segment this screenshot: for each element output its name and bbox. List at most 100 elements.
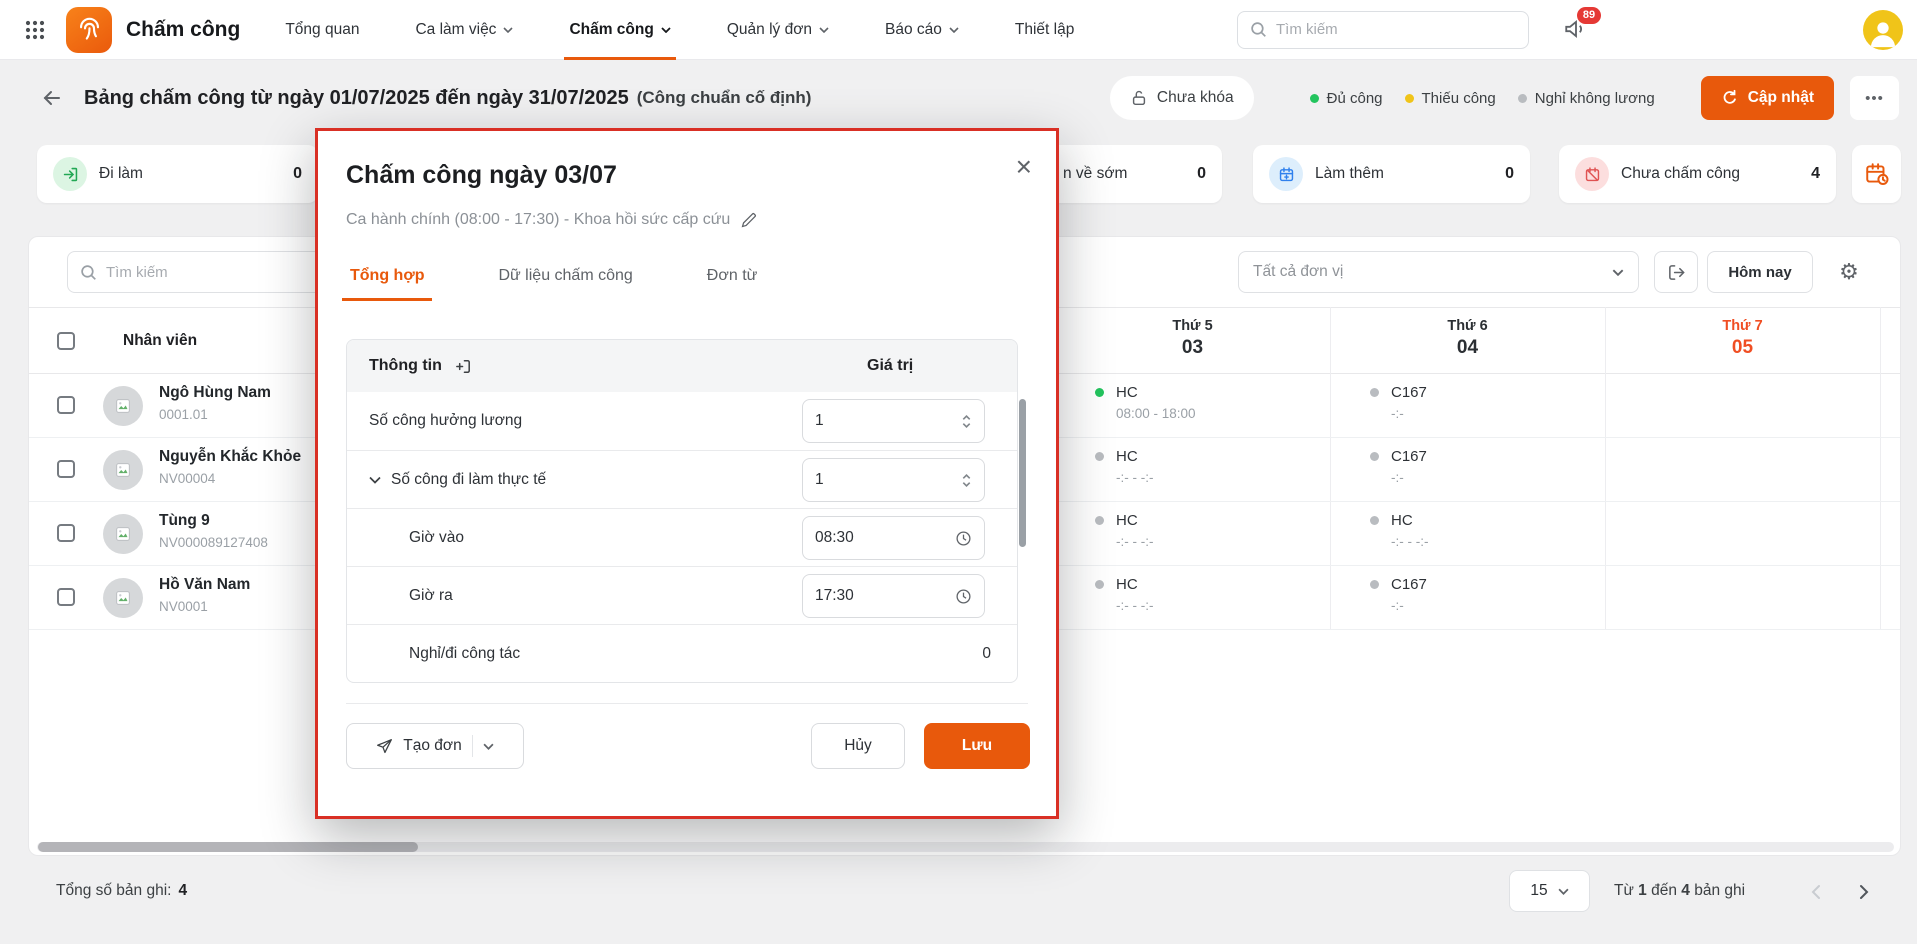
clock-icon[interactable] [955,588,972,605]
modal-tabs: Tổng hợp Dữ liệu chấm công Đơn từ [342,267,823,301]
prev-page-button[interactable] [1798,874,1834,910]
global-search-input[interactable] [1276,21,1516,38]
modal-scrollbar-thumb[interactable] [1019,399,1026,547]
create-order-button[interactable]: Tạo đơn [346,723,524,769]
unit-filter-select[interactable]: Tất cả đơn vị [1238,251,1639,293]
shift-cell[interactable]: HC -:- - -:- [1095,576,1345,613]
tab-tong-hop[interactable]: Tổng hợp [342,267,433,301]
legend-du-cong: Đủ công [1309,90,1383,107]
edit-pencil-icon[interactable] [740,212,757,229]
next-page-button[interactable] [1846,874,1882,910]
tab-du-lieu-cham-cong[interactable]: Dữ liệu chấm công [490,267,640,301]
settings-gear-icon[interactable]: ⚙ [1826,251,1872,293]
notifications-button[interactable]: 89 [1563,6,1601,44]
broken-image-icon [116,591,130,605]
status-legend: Đủ công Thiếu công Nghỉ không lương [1309,90,1655,107]
info-column-header: Thông tin [369,357,442,374]
nav-ca-lam-viec[interactable]: Ca làm việc [410,0,518,60]
page-header: Bảng chấm công từ ngày 01/07/2025 đến ng… [0,60,1917,136]
today-button[interactable]: Hôm nay [1707,251,1813,293]
search-icon [81,264,96,280]
chevron-down-icon [1612,269,1624,276]
stat-card-di-lam[interactable]: Đi làm 0 [37,145,318,203]
info-row-so-cong-di-lam: Số công đi làm thực tế [347,450,1017,508]
user-avatar[interactable] [1863,9,1903,50]
broken-image-icon [116,399,130,413]
modal-title: Chấm công ngày 03/07 [346,161,617,189]
chevron-right-icon [1860,885,1869,899]
info-row-nghi-di-cong-tac: Nghỉ/đi công tác 0 [347,624,1017,682]
shift-cell[interactable]: HC -:- - -:- [1095,512,1345,549]
nav-cham-cong[interactable]: Chấm công [564,0,677,60]
shift-cell[interactable]: HC 08:00 - 18:00 [1095,384,1345,421]
add-column-icon[interactable] [454,357,473,376]
row-checkbox[interactable] [57,524,75,542]
nav-tong-quan[interactable]: Tổng quan [280,0,364,60]
lock-status-pill[interactable]: Chưa khóa [1109,76,1254,120]
more-options-button[interactable]: ••• [1850,76,1899,120]
stat-card-chua-cham-cong[interactable]: Chưa chấm công 4 [1559,145,1836,203]
stepper-arrows-icon[interactable] [961,473,972,488]
day-header-03[interactable]: Thứ 5 03 [1055,318,1330,359]
save-button[interactable]: Lưu [924,723,1030,769]
gray-dot [1517,93,1527,103]
status-dot [1370,388,1379,397]
clock-icon[interactable] [955,530,972,547]
stat-card-lam-them[interactable]: Làm thêm 0 [1253,145,1530,203]
employee-search-input[interactable] [106,263,312,281]
row-checkbox[interactable] [57,396,75,414]
page-size-select[interactable]: 15 [1509,870,1590,912]
day-header-04[interactable]: Thứ 6 04 [1330,318,1605,359]
stepper-input[interactable] [802,458,985,502]
chevron-down-icon [949,26,959,33]
day-header-05[interactable]: Thứ 7 05 [1605,318,1880,359]
close-icon[interactable]: × [1016,153,1032,181]
button-divider [471,735,473,757]
row-checkbox[interactable] [57,460,75,478]
gio-vao-input[interactable] [815,529,935,547]
stepper-input[interactable] [802,399,985,443]
nav-thiet-lap[interactable]: Thiết lập [1010,0,1079,60]
global-search [1237,10,1529,49]
time-input[interactable] [802,516,985,560]
info-table: Thông tin Giá trị Số công hưởng lương Số… [346,339,1018,683]
so-cong-huong-luong-input[interactable] [815,412,935,430]
horizontal-scrollbar-thumb[interactable] [38,842,418,852]
shift-cell[interactable]: C167 -:- [1370,384,1620,421]
chevron-down-icon[interactable] [483,743,494,750]
shift-cell[interactable]: HC -:- - -:- [1095,448,1345,485]
shift-cell[interactable]: HC -:- - -:- [1370,512,1620,549]
modal-subtitle: Ca hành chính (08:00 - 17:30) - Khoa hồi… [346,211,757,229]
chevron-down-icon[interactable] [369,476,381,484]
app-grid-icon[interactable] [22,17,48,43]
screen: Chấm công Tổng quan Ca làm việc Chấm côn… [0,0,1917,944]
time-input[interactable] [802,574,985,618]
row-checkbox[interactable] [57,588,75,606]
status-dot [1095,452,1104,461]
nav-quan-ly-don[interactable]: Quản lý đơn [722,0,834,60]
stepper-arrows-icon[interactable] [961,414,972,429]
main-nav: Tổng quan Ca làm việc Chấm công Quản lý … [280,0,1125,60]
nav-bao-cao[interactable]: Báo cáo [880,0,964,60]
info-row-gio-ra: Giờ ra [347,566,1017,624]
employee-search [67,251,325,293]
shift-cell[interactable]: C167 -:- [1370,576,1620,613]
calendar-clock-button[interactable] [1852,145,1901,203]
gio-ra-input[interactable] [815,587,935,605]
search-icon [1251,22,1266,37]
so-cong-di-lam-input[interactable] [815,471,935,489]
export-button[interactable] [1654,251,1698,293]
tab-don-tu[interactable]: Đơn từ [699,267,766,301]
app-logo-icon[interactable] [66,6,112,53]
pagination-bar: Tổng số bản ghi: 4 15 Từ 1 đến 4 bản ghi [0,856,1917,944]
calendar-slash-icon [1575,157,1609,191]
select-all-checkbox[interactable] [57,332,75,350]
page-title: Bảng chấm công từ ngày 01/07/2025 đến ng… [84,86,629,109]
back-arrow-icon[interactable] [40,85,66,111]
update-button[interactable]: Cập nhật [1700,76,1834,120]
top-navigation: Chấm công Tổng quan Ca làm việc Chấm côn… [0,0,1917,60]
shift-cell[interactable]: C167 -:- [1370,448,1620,485]
cancel-button[interactable]: Hủy [811,723,905,769]
calendar-plus-icon [1269,157,1303,191]
legend-nghi-khong-luong: Nghỉ không lương [1517,90,1655,107]
